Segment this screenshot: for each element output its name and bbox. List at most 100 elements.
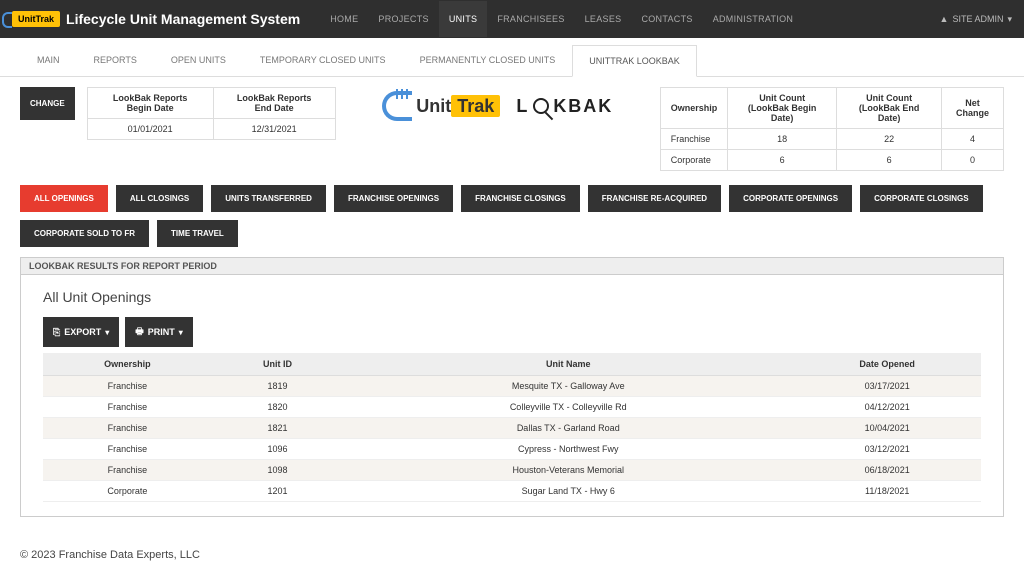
column-header: Unit ID — [212, 353, 343, 376]
filter-pill-franchise-closings[interactable]: FRANCHISE CLOSINGS — [461, 185, 580, 212]
export-icon: ⎘ — [53, 327, 60, 338]
table-row[interactable]: Franchise1098Houston-Veterans Memorial06… — [43, 460, 981, 481]
filter-pill-all-closings[interactable]: ALL CLOSINGS — [116, 185, 203, 212]
top-navbar: UnitTrak Lifecycle Unit Management Syste… — [0, 0, 1024, 38]
nav-leases[interactable]: LEASES — [575, 1, 632, 37]
chevron-down-icon: ▾ — [1007, 14, 1012, 25]
table-cell: Dallas TX - Garland Road — [343, 418, 793, 439]
export-button[interactable]: ⎘ EXPORT — [43, 317, 119, 347]
filter-pill-corporate-sold-to-fr[interactable]: CORPORATE SOLD TO FR — [20, 220, 149, 247]
unit-count-table: OwnershipUnit Count (LookBak Begin Date)… — [660, 87, 1004, 171]
table-cell: 06/18/2021 — [793, 460, 981, 481]
subtab-open-units[interactable]: OPEN UNITS — [154, 44, 243, 76]
subtab-temporary-closed-units[interactable]: TEMPORARY CLOSED UNITS — [243, 44, 403, 76]
table-cell: Franchise — [43, 376, 212, 397]
table-cell: Colleyville TX - Colleyville Rd — [343, 397, 793, 418]
count-header: Unit Count (LookBak Begin Date) — [728, 88, 837, 129]
table-cell: Sugar Land TX - Hwy 6 — [343, 481, 793, 502]
filter-pills: ALL OPENINGS ALL CLOSINGS UNITS TRANSFERRE… — [0, 181, 1024, 257]
primary-nav: HOMEPROJECTSUNITSFRANCHISEESLEASESCONTAC… — [320, 1, 803, 37]
export-label: EXPORT — [64, 327, 101, 337]
print-button[interactable]: 🖶 PRINT — [125, 317, 193, 347]
table-cell: Mesquite TX - Galloway Ave — [343, 376, 793, 397]
panel-title: All Unit Openings — [43, 289, 981, 305]
controls-row: CHANGE LookBak Reports Begin Date LookBa… — [0, 77, 1024, 181]
chevron-down-icon — [179, 327, 183, 337]
unittrak-text-1: Unit — [416, 96, 451, 116]
table-cell: 03/17/2021 — [793, 376, 981, 397]
results-table: OwnershipUnit IDUnit NameDate Opened Fra… — [43, 353, 981, 502]
column-header: Date Opened — [793, 353, 981, 376]
nav-home[interactable]: HOME — [320, 1, 368, 37]
filter-pill-franchise-re-acquired[interactable]: FRANCHISE RE-ACQUIRED — [588, 185, 721, 212]
chevron-down-icon — [105, 327, 109, 337]
table-cell: 1201 — [212, 481, 343, 502]
table-row[interactable]: Franchise1096Cypress - Northwest Fwy03/1… — [43, 439, 981, 460]
nav-contacts[interactable]: CONTACTS — [631, 1, 702, 37]
subtab-unittrak-lookbak[interactable]: UNITTRAK LOOKBAK — [572, 45, 697, 77]
lookbak-logo: LKBAK — [516, 96, 613, 117]
table-row[interactable]: Franchise1820Colleyville TX - Colleyvill… — [43, 397, 981, 418]
table-cell: Corporate — [43, 481, 212, 502]
count-header: Ownership — [660, 88, 728, 129]
magnifier-icon — [533, 98, 549, 114]
filter-pill-franchise-openings[interactable]: FRANCHISE OPENINGS — [334, 185, 453, 212]
panel-strip-title: LOOKBAK RESULTS FOR REPORT PERIOD — [21, 258, 1003, 275]
nav-projects[interactable]: PROJECTS — [368, 1, 438, 37]
count-header: Net Change — [942, 88, 1004, 129]
table-cell: Franchise — [43, 418, 212, 439]
count-cell: 22 — [837, 129, 942, 150]
count-cell: Franchise — [660, 129, 728, 150]
brand-logo-icon: UnitTrak — [12, 11, 60, 27]
lookbak-text-2: KBAK — [553, 96, 613, 117]
table-cell: 1098 — [212, 460, 343, 481]
results-panel: LOOKBAK RESULTS FOR REPORT PERIOD All Un… — [20, 257, 1004, 517]
unittrak-logo: UnitTrak — [382, 91, 500, 121]
logo-block: UnitTrak LKBAK — [348, 87, 648, 125]
table-cell: 1820 — [212, 397, 343, 418]
column-header: Ownership — [43, 353, 212, 376]
begin-date-header: LookBak Reports Begin Date — [87, 88, 213, 119]
change-button[interactable]: CHANGE — [20, 87, 75, 120]
filter-pill-all-openings[interactable]: ALL OPENINGS — [20, 185, 108, 212]
filter-pill-time-travel[interactable]: TIME TRAVEL — [157, 220, 238, 247]
unittrak-text-2: Trak — [451, 95, 500, 117]
subtab-permanently-closed-units[interactable]: PERMANENTLY CLOSED UNITS — [403, 44, 573, 76]
table-cell: 10/04/2021 — [793, 418, 981, 439]
print-icon: 🖶 — [135, 324, 144, 340]
count-cell: 0 — [942, 150, 1004, 171]
app-title: Lifecycle Unit Management System — [66, 11, 300, 27]
count-header: Unit Count (LookBak End Date) — [837, 88, 942, 129]
table-cell: Franchise — [43, 439, 212, 460]
count-row: Corporate660 — [660, 150, 1003, 171]
subtab-reports[interactable]: REPORTS — [77, 44, 154, 76]
footer-copyright: © 2023 Franchise Data Experts, LLC — [0, 537, 1024, 573]
table-cell: Franchise — [43, 397, 212, 418]
user-menu[interactable]: ▲ SITE ADMIN ▾ — [940, 14, 1012, 25]
end-date-header: LookBak Reports End Date — [213, 88, 335, 119]
action-buttons: ⎘ EXPORT 🖶 PRINT — [43, 317, 981, 347]
filter-pill-corporate-closings[interactable]: CORPORATE CLOSINGS — [860, 185, 983, 212]
table-cell: 03/12/2021 — [793, 439, 981, 460]
begin-date-value: 01/01/2021 — [87, 119, 213, 140]
table-row[interactable]: Franchise1819Mesquite TX - Galloway Ave0… — [43, 376, 981, 397]
column-header: Unit Name — [343, 353, 793, 376]
nav-franchisees[interactable]: FRANCHISEES — [487, 1, 574, 37]
table-row[interactable]: Franchise1821Dallas TX - Garland Road10/… — [43, 418, 981, 439]
filter-pill-corporate-openings[interactable]: CORPORATE OPENINGS — [729, 185, 852, 212]
table-cell: Cypress - Northwest Fwy — [343, 439, 793, 460]
nav-administration[interactable]: ADMINISTRATION — [703, 1, 804, 37]
sub-tabs: MAINREPORTSOPEN UNITSTEMPORARY CLOSED UN… — [0, 38, 1024, 77]
brand: UnitTrak Lifecycle Unit Management Syste… — [12, 11, 300, 27]
subtab-main[interactable]: MAIN — [20, 44, 77, 76]
table-cell: 11/18/2021 — [793, 481, 981, 502]
count-row: Franchise18224 — [660, 129, 1003, 150]
end-date-value: 12/31/2021 — [213, 119, 335, 140]
user-menu-label: SITE ADMIN — [952, 14, 1003, 24]
nav-units[interactable]: UNITS — [439, 1, 488, 37]
table-row[interactable]: Corporate1201Sugar Land TX - Hwy 611/18/… — [43, 481, 981, 502]
filter-pill-units-transferred[interactable]: UNITS TRANSFERRED — [211, 185, 326, 212]
table-cell: 1819 — [212, 376, 343, 397]
count-cell: 6 — [837, 150, 942, 171]
table-cell: 04/12/2021 — [793, 397, 981, 418]
